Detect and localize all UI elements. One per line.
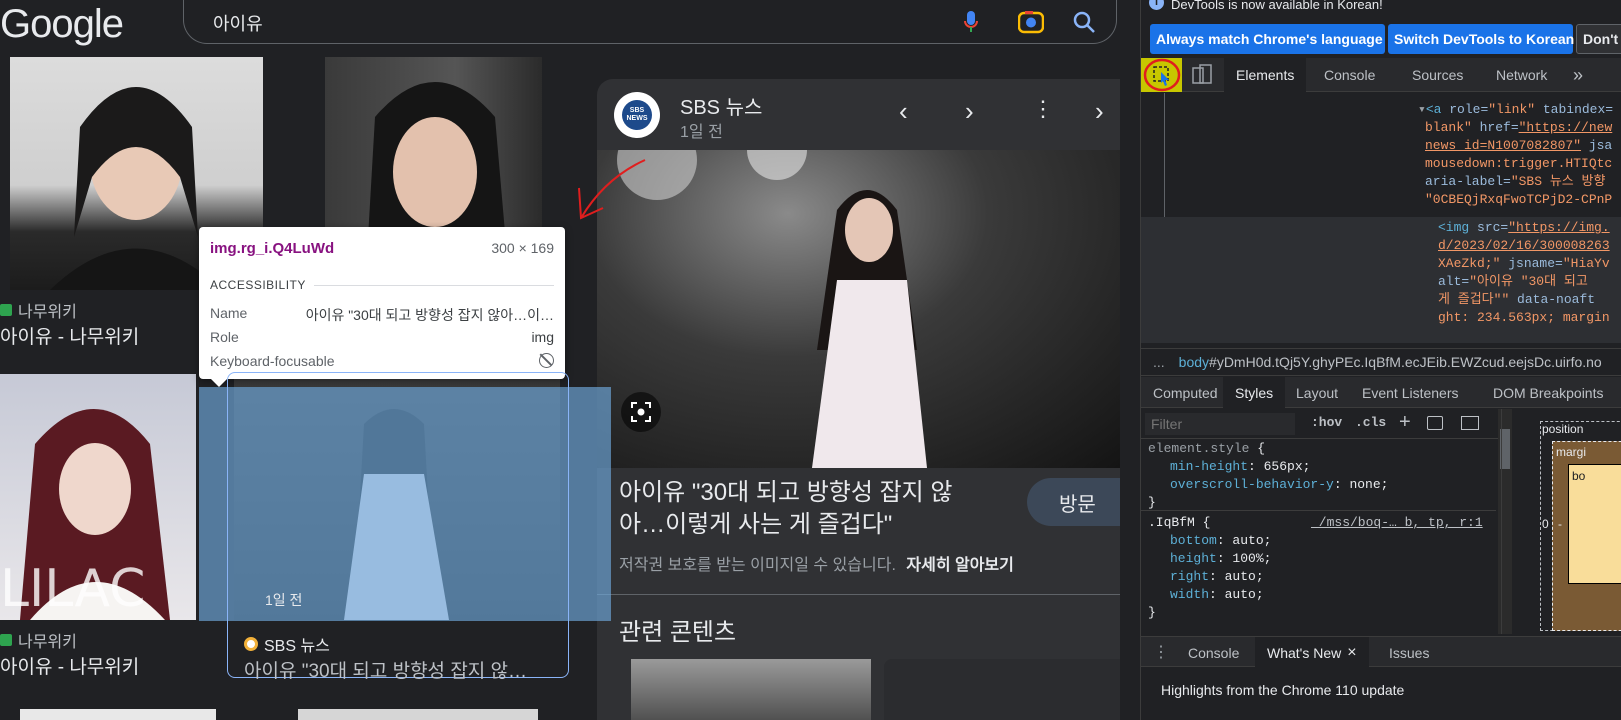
- more-tabs-icon[interactable]: »: [1561, 58, 1595, 92]
- panel-headline-link[interactable]: 아이유 "30대 되고 방향성 잡지 않 아…이렇게 사는 게 즐겁다": [619, 477, 1009, 541]
- namuwiki-icon: [0, 304, 12, 316]
- namuwiki-icon: [0, 634, 12, 646]
- search-icon[interactable]: [1068, 6, 1100, 38]
- tab-sources[interactable]: Sources: [1400, 58, 1475, 92]
- tab-event-listeners[interactable]: Event Listeners: [1350, 377, 1471, 408]
- not-allowed-icon: [539, 353, 554, 368]
- hov-toggle[interactable]: :hov: [1311, 415, 1342, 430]
- result-source: 나무위키: [0, 628, 77, 652]
- breadcrumb-selector[interactable]: #yDmH0d.tQj5Y.ghyPEc.IqBfM.ecJEib.EWZcud…: [1209, 354, 1602, 370]
- styles-filter-bar: :hov .cls +: [1141, 409, 1501, 439]
- drawer-tabbar: ⋮ Console What's New × Issues: [1141, 636, 1621, 668]
- learn-more-link[interactable]: 자세히 알아보기: [906, 557, 1014, 574]
- visit-button[interactable]: 방문: [1027, 478, 1120, 526]
- devtools-tabbar: Elements Console Sources Network »: [1141, 58, 1621, 92]
- paint-icon[interactable]: [1427, 416, 1443, 430]
- preview-image[interactable]: [597, 150, 1120, 468]
- styles-subtabbar: Computed Styles Layout Event Listeners D…: [1141, 377, 1621, 408]
- dom-breadcrumb[interactable]: ... body #yDmH0d.tQj5Y.ghyPEc.IqBfM.ecJE…: [1141, 348, 1621, 376]
- related-content-heading: 관련 콘텐츠: [619, 619, 737, 646]
- close-icon[interactable]: ×: [1347, 644, 1356, 662]
- sbs-favicon-icon: [244, 637, 258, 651]
- google-images-page: Google 아이유 나무위키 아이유 - 나무위키 LILAC 1일 전 나무…: [0, 0, 1120, 720]
- card-source: SBS 뉴스: [244, 632, 330, 656]
- more-vert-icon[interactable]: ⋮: [1032, 98, 1054, 120]
- chevron-right-icon[interactable]: ›: [965, 98, 974, 124]
- tab-layout[interactable]: Layout: [1284, 377, 1350, 408]
- panel-source-name[interactable]: SBS 뉴스: [680, 91, 762, 120]
- card-title[interactable]: 아이유 "30대 되고 방향성 잡지 않…: [244, 656, 527, 683]
- cls-toggle[interactable]: .cls: [1355, 415, 1386, 430]
- chevron-left-icon[interactable]: ‹: [899, 98, 908, 124]
- device-toolbar-icon[interactable]: [1191, 64, 1213, 86]
- tab-dom-breakpoints[interactable]: DOM Breakpoints: [1481, 377, 1615, 408]
- tooltip-element-name: img.rg_i.Q4LuWd: [210, 240, 335, 257]
- camera-lens-icon[interactable]: [1015, 6, 1047, 38]
- result-image[interactable]: LILAC: [0, 374, 196, 620]
- divider: [597, 594, 1120, 595]
- drawer-tab-console[interactable]: Console: [1176, 637, 1251, 668]
- switch-korean-button[interactable]: Switch DevTools to Korean: [1388, 24, 1574, 54]
- lens-search-icon[interactable]: [621, 392, 661, 432]
- tooltip-name-label: Name: [210, 305, 248, 321]
- copyright-notice: 저작권 보호를 받는 이미지일 수 있습니다. 자세히 알아보기: [619, 557, 1014, 574]
- tooltip-section: ACCESSIBILITY: [210, 278, 306, 292]
- microphone-icon[interactable]: [955, 6, 987, 38]
- google-logo[interactable]: Google: [0, 2, 124, 47]
- result-image[interactable]: [298, 709, 538, 720]
- dont-show-button[interactable]: Don't: [1576, 24, 1621, 54]
- tooltip-size: 300 × 169: [491, 240, 554, 256]
- inspector-tooltip: img.rg_i.Q4LuWd 300 × 169 ACCESSIBILITY …: [199, 227, 565, 387]
- drawer-menu-icon[interactable]: ⋮: [1153, 642, 1169, 662]
- panel-time: 1일 전: [680, 124, 723, 141]
- devtools-pane: i DevTools is now available in Korean! A…: [1140, 0, 1621, 720]
- related-image[interactable]: [631, 659, 871, 720]
- tab-network[interactable]: Network: [1484, 58, 1559, 92]
- styles-filter-input[interactable]: [1145, 413, 1295, 435]
- close-icon[interactable]: ›: [1095, 98, 1104, 124]
- search-input[interactable]: 아이유: [213, 10, 263, 36]
- inspect-button[interactable]: [1141, 58, 1182, 92]
- stylesheet-source-link[interactable]: _/mss/boq-…_b,_tp,_r:1: [1311, 514, 1483, 532]
- box-model-diagram[interactable]: position margi bo 0 -: [1501, 409, 1621, 634]
- preview-panel: SBS NEWS SBS 뉴스 1일 전 ‹ › ⋮ › 아이유 "30대 되고…: [597, 79, 1120, 720]
- tooltip-role-value: img: [531, 329, 554, 345]
- annotation-arrow-icon: [578, 159, 646, 220]
- elements-dom-tree[interactable]: ▾<a role="link" tabindex= blank" href="h…: [1141, 93, 1621, 343]
- styles-rules[interactable]: element.style { min-height: 656px; overs…: [1141, 440, 1496, 630]
- related-image[interactable]: [884, 659, 1120, 720]
- match-language-button[interactable]: Always match Chrome's language: [1150, 24, 1385, 54]
- devtools-infobar: i DevTools is now available in Korean!: [1141, 0, 1621, 22]
- tooltip-focus-label: Keyboard-focusable: [210, 353, 335, 369]
- new-rule-icon[interactable]: +: [1399, 411, 1411, 434]
- drawer-tab-issues[interactable]: Issues: [1377, 637, 1441, 668]
- tab-console[interactable]: Console: [1312, 58, 1387, 92]
- tooltip-name-value: 아이유 "30대 되고 방향성 잡지 않아…이…: [305, 307, 554, 323]
- breadcrumb-body[interactable]: body: [1179, 354, 1209, 370]
- drawer-tab-whats-new[interactable]: What's New ×: [1255, 637, 1369, 668]
- result-title-link[interactable]: 아이유 - 나무위키: [0, 322, 139, 349]
- tooltip-role-label: Role: [210, 329, 239, 345]
- result-title-link[interactable]: 아이유 - 나무위키: [0, 652, 139, 679]
- tab-styles[interactable]: Styles: [1223, 377, 1286, 408]
- sbs-logo: SBS NEWS: [614, 92, 660, 138]
- svg-text:LILAC: LILAC: [0, 559, 145, 619]
- tab-computed[interactable]: Computed: [1141, 377, 1230, 408]
- result-source: 나무위키: [0, 298, 77, 322]
- sidebar-toggle-icon[interactable]: [1461, 416, 1479, 430]
- result-image[interactable]: [20, 709, 216, 720]
- whats-new-heading: Highlights from the Chrome 110 update: [1161, 682, 1405, 698]
- info-icon: i: [1149, 0, 1164, 10]
- infobar-text: DevTools is now available in Korean!: [1171, 0, 1383, 12]
- tab-elements[interactable]: Elements: [1224, 58, 1307, 92]
- breadcrumb-more[interactable]: ...: [1153, 354, 1165, 370]
